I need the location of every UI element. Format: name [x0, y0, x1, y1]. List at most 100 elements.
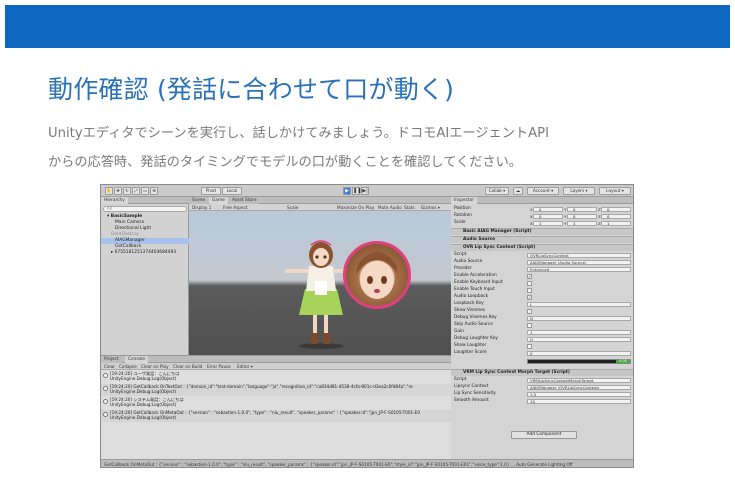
field-label: Scale: [454, 220, 466, 225]
inspector-field-row: Show Laughter: [451, 343, 633, 350]
field-label: Laughter Score: [454, 350, 487, 355]
field-label: Position: [454, 206, 471, 211]
console-entry[interactable]: [19:24:20] システム発話：こんにちは UnityEngine.Debug…: [101, 397, 451, 409]
tab-scene[interactable]: Scene: [189, 197, 209, 204]
game-view-panel: Scene Game Asset Store Display 1 Free As…: [189, 197, 451, 355]
game-viewport[interactable]: [189, 211, 451, 355]
tab-inspector[interactable]: Inspector: [451, 197, 478, 204]
info-icon: [103, 412, 108, 417]
field-checkbox[interactable]: [527, 309, 532, 314]
position-y-field[interactable]: 0: [564, 207, 597, 212]
scale-x-field[interactable]: 1: [530, 221, 563, 226]
layers-dropdown[interactable]: Layers ▾: [563, 187, 595, 195]
tab-asset-store[interactable]: Asset Store: [229, 197, 260, 204]
scale-slider-label[interactable]: Scale: [287, 204, 298, 211]
move-tool-icon[interactable]: ✥: [114, 187, 122, 195]
transform-rotation-row: Rotation 0 0 0: [451, 213, 633, 220]
rotation-x-field[interactable]: 0: [530, 214, 563, 219]
hierarchy-item[interactable]: ▸ 6755181251374403684493: [101, 250, 189, 256]
position-z-field[interactable]: 0: [598, 207, 631, 212]
collapse-button[interactable]: Collapse: [119, 363, 137, 370]
clear-on-play-button[interactable]: Clear on Play: [141, 363, 169, 370]
field-label: Rotation: [454, 213, 472, 218]
tab-console[interactable]: Console: [125, 356, 149, 363]
tab-project[interactable]: Project: [101, 356, 122, 363]
gizmos-dropdown[interactable]: Gizmos ▾: [421, 204, 440, 211]
inspector-field-row: Debug Visemes Key D: [451, 315, 633, 322]
field-value[interactable]: AIAGManager (Audio Source): [527, 260, 631, 265]
component-title: Basic AIAG Manager (Script): [463, 229, 532, 234]
clear-button[interactable]: Clear: [104, 363, 115, 370]
field-label: Show Laughter: [454, 343, 487, 348]
clear-on-build-button[interactable]: Clear on Build: [173, 363, 202, 370]
tab-game[interactable]: Game: [209, 197, 228, 204]
field-checkbox[interactable]: ✓: [527, 274, 532, 279]
rotation-z-field[interactable]: 0: [598, 214, 631, 219]
layout-dropdown[interactable]: Layout ▾: [599, 187, 631, 195]
field-value[interactable]: 0: [527, 351, 631, 356]
laughter-meter-value: 0.00: [616, 359, 630, 363]
pivot-button[interactable]: Pivot: [201, 187, 221, 195]
field-checkbox[interactable]: ✓: [527, 295, 532, 300]
rotate-tool-icon[interactable]: ↻: [123, 187, 131, 195]
mute-audio-toggle[interactable]: Mute Audio: [378, 204, 402, 211]
field-checkbox[interactable]: [527, 323, 532, 328]
field-value[interactable]: AIAGManager (OVRLipSyncContext): [527, 385, 631, 390]
transform-tool-icon[interactable]: ⊕: [150, 187, 158, 195]
field-value[interactable]: Enhanced: [527, 267, 631, 272]
hierarchy-item-label: 6755181251374403684493: [114, 250, 177, 255]
cloud-icon[interactable]: ☁: [513, 187, 523, 195]
console-entry[interactable]: [19:24:20] ユーザ発話：こんにちは UnityEngine.Debug:…: [101, 371, 451, 383]
field-label: Script: [454, 377, 467, 382]
component-header-aiag-manager[interactable]: Basic AIAG Manager (Script): [451, 228, 633, 235]
collab-button[interactable]: Collab ▾: [485, 187, 509, 195]
pause-icon[interactable]: ❚❚: [352, 187, 361, 195]
add-component-button[interactable]: Add Component: [511, 431, 577, 439]
inspector-field-row: Script OVRLipSyncContext: [451, 252, 633, 259]
tab-hierarchy[interactable]: Hierarchy: [101, 197, 128, 204]
field-label: Debug Laughter Key: [454, 336, 498, 341]
stats-toggle[interactable]: Stats: [404, 204, 415, 211]
field-value[interactable]: 1: [527, 330, 631, 335]
field-value[interactable]: VRMLipSyncContextMorphTarget: [527, 378, 631, 383]
account-dropdown[interactable]: Account ▾: [527, 187, 559, 195]
display-dropdown[interactable]: Display 1: [192, 204, 211, 211]
play-icon[interactable]: ▶: [343, 187, 351, 195]
scale-z-field[interactable]: 1: [598, 221, 631, 226]
info-icon: [103, 386, 108, 391]
error-pause-button[interactable]: Error Pause: [207, 363, 231, 370]
field-checkbox[interactable]: [527, 344, 532, 349]
scale-y-field[interactable]: 1: [564, 221, 597, 226]
inspector-field-row: Laughter Score 0: [451, 350, 633, 357]
aspect-dropdown[interactable]: Free Aspect: [223, 204, 247, 211]
field-value[interactable]: L: [527, 302, 631, 307]
header-band: [5, 5, 730, 48]
component-header-ovr-lipsync[interactable]: OVR Lip Sync Context (Script): [451, 244, 633, 251]
hierarchy-search-input[interactable]: All: [103, 206, 187, 212]
rotation-y-field[interactable]: 0: [564, 214, 597, 219]
maximize-on-play-toggle[interactable]: Maximize On Play: [337, 204, 374, 211]
inspector-field-row: Loopback Key L: [451, 301, 633, 308]
step-icon[interactable]: ▶|: [361, 187, 369, 195]
hand-tool-icon[interactable]: ✋: [105, 187, 113, 195]
inspector-field-row: Audio Source AIAGManager (Audio Source): [451, 259, 633, 266]
field-checkbox[interactable]: [527, 288, 532, 293]
scale-tool-icon[interactable]: ⤢: [132, 187, 140, 195]
console-entry[interactable]: [19:24:20] GetCallback OnMetaOut : {"ver…: [101, 410, 451, 422]
field-value[interactable]: OVRLipSyncContext: [527, 253, 631, 258]
field-value[interactable]: D: [527, 316, 631, 321]
console-entry[interactable]: [19:24:20] GetCallback OnTextOut : {"dom…: [101, 384, 451, 396]
lip-sync-sensitivity-slider[interactable]: 1.5: [527, 392, 631, 397]
field-value[interactable]: 10: [527, 399, 631, 404]
local-button[interactable]: Local: [222, 187, 242, 195]
position-x-field[interactable]: 0: [530, 207, 563, 212]
component-title: OVR Lip Sync Context (Script): [463, 245, 536, 250]
console-entry-trace: UnityEngine.Debug:Log(Object): [110, 415, 177, 421]
component-header-audio-source[interactable]: Audio Source: [451, 236, 633, 243]
field-checkbox[interactable]: [527, 281, 532, 286]
field-value[interactable]: H: [527, 337, 631, 342]
rect-tool-icon[interactable]: ▭: [141, 187, 149, 195]
editor-dropdown[interactable]: Editor ▾: [237, 363, 253, 370]
component-header-vrm-lipsync[interactable]: VRM Lip Sync Context Morph Target (Scrip…: [451, 369, 633, 376]
unity-toolbar: ✋ ✥ ↻ ⤢ ▭ ⊕ Pivot Local ▶ ❚❚ ▶| Collab ▾…: [101, 185, 633, 197]
